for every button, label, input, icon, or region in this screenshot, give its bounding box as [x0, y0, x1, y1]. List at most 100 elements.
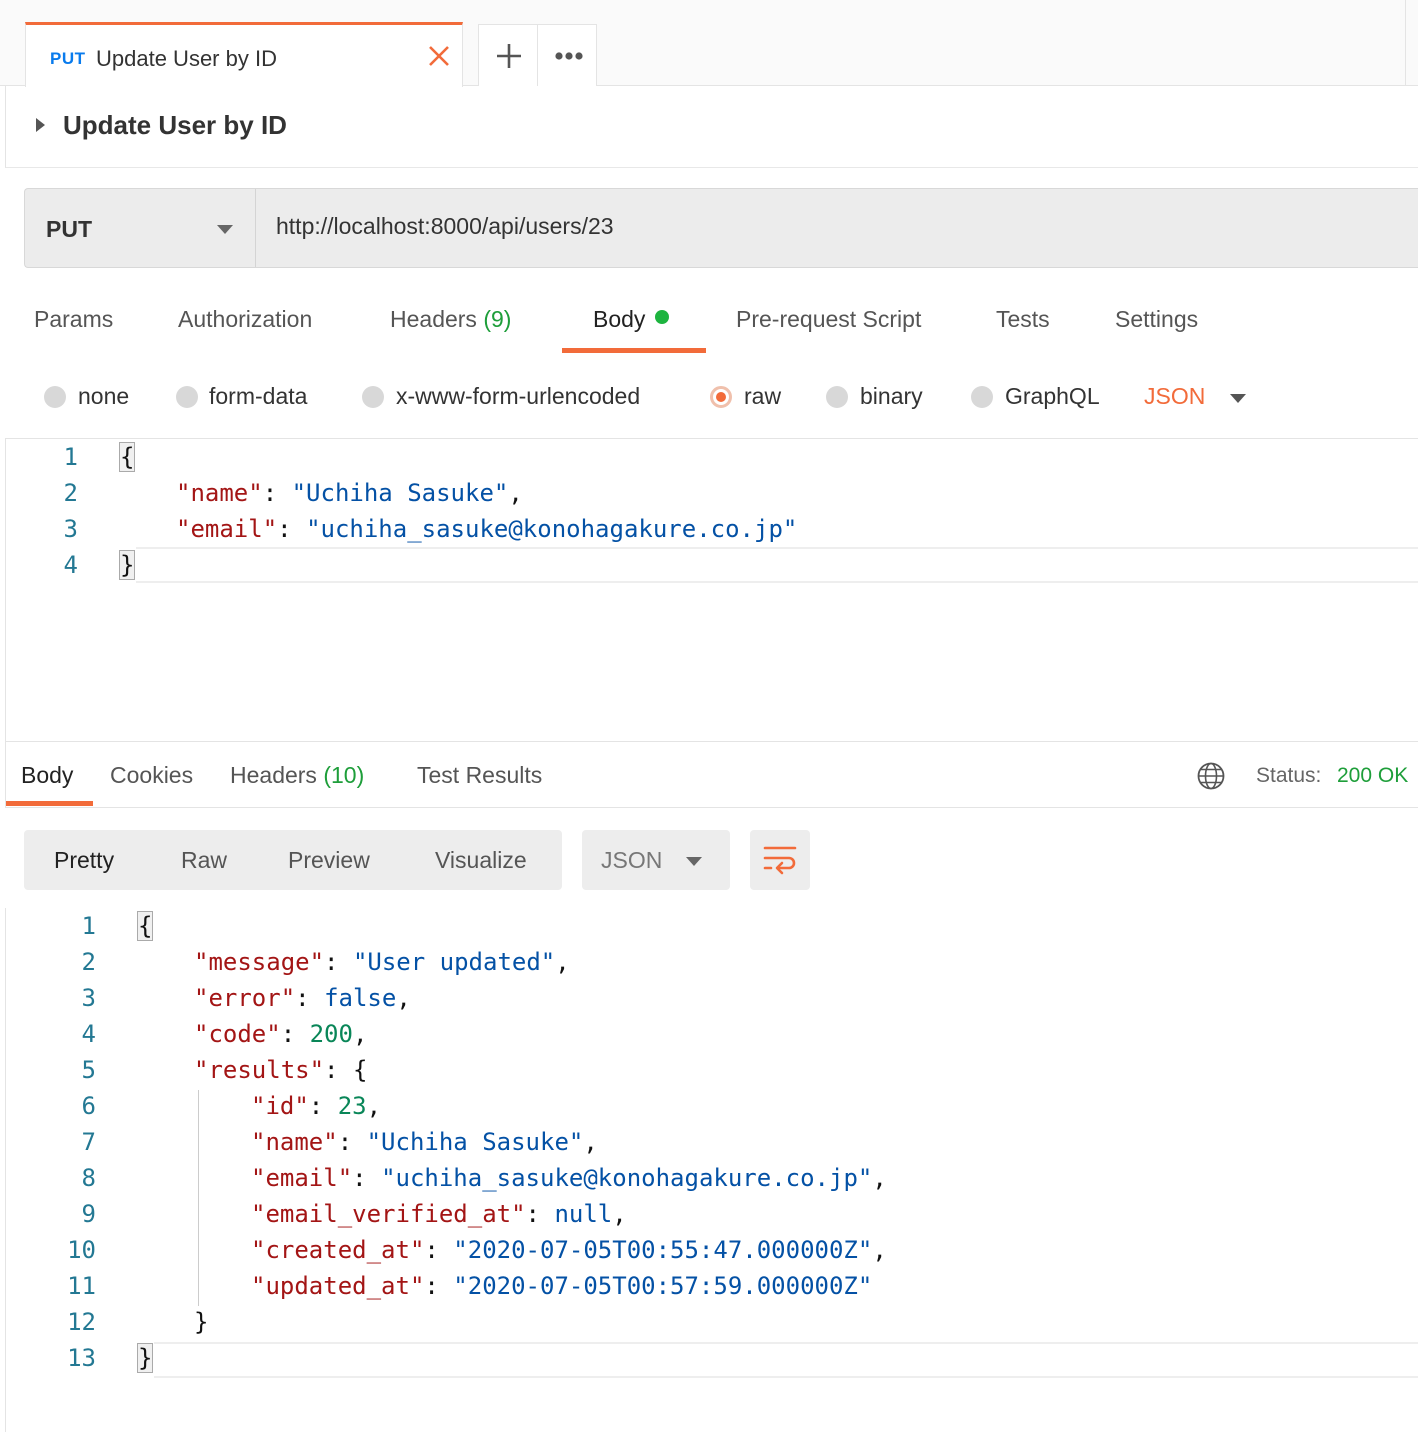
request-tab[interactable]: PUT Update User by ID [25, 22, 463, 87]
response-body-viewer[interactable]: 1 2 3 4 5 6 7 8 9 10 11 12 13 { "message… [5, 908, 1418, 1432]
active-tab-indicator [562, 348, 706, 353]
line-number: 9 [81, 1200, 96, 1228]
code-line: "created_at": "2020-07-05T00:55:47.00000… [251, 1236, 887, 1264]
line-number: 4 [63, 551, 78, 579]
code-line: "code": 200, [194, 1020, 368, 1048]
line-number: 6 [81, 1092, 96, 1120]
response-tab-headers[interactable]: Headers (10) [230, 762, 364, 789]
view-visualize[interactable]: Visualize [435, 847, 527, 874]
request-body-editor[interactable]: 1 2 3 4 { "name": "Uchiha Sasuke", "emai… [5, 438, 1418, 742]
method-label: PUT [46, 216, 92, 242]
tab-options-button[interactable] [537, 24, 597, 86]
radio-urlencoded-label[interactable]: x-www-form-urlencoded [396, 383, 640, 410]
active-tab-indicator [6, 801, 93, 806]
json-boolean: false [324, 984, 397, 1012]
tab-tests[interactable]: Tests [996, 306, 1050, 333]
line-number: 13 [67, 1344, 96, 1372]
json-key: "code" [194, 1020, 281, 1048]
line-number: 10 [67, 1236, 96, 1264]
request-title[interactable]: Update User by ID [63, 110, 287, 141]
code-line: "name": "Uchiha Sasuke", [251, 1128, 598, 1156]
more-horizontal-icon [555, 52, 583, 60]
wrap-lines-button[interactable] [750, 830, 810, 890]
close-icon[interactable] [426, 43, 452, 69]
radio-form-data-label[interactable]: form-data [209, 383, 307, 410]
tab-body-label: Body [593, 306, 646, 332]
line-number: 3 [63, 515, 78, 543]
indent-guide [198, 1090, 199, 1306]
body-format-dropdown[interactable]: JSON [1144, 383, 1205, 410]
tab-authorization[interactable]: Authorization [178, 306, 312, 333]
chevron-down-icon [217, 225, 233, 234]
json-string: "Uchiha Sasuke" [291, 479, 509, 507]
status-badge[interactable]: 200 OK [1337, 764, 1408, 788]
tab-strip: PUT Update User by ID [0, 0, 1418, 87]
request-header: Update User by ID [5, 86, 1418, 168]
code-line: "results": { [194, 1056, 368, 1084]
tab-title: Update User by ID [96, 46, 277, 71]
json-key: "error" [194, 984, 296, 1012]
new-tab-button[interactable] [478, 24, 538, 86]
code-brace: { [118, 442, 136, 472]
code-brace: } [136, 1343, 154, 1373]
tab-body[interactable]: Body [593, 306, 670, 333]
line-number: 2 [81, 948, 96, 976]
tab-headers[interactable]: Headers (9) [390, 306, 511, 333]
json-key: "id" [251, 1092, 309, 1120]
line-number: 4 [81, 1020, 96, 1048]
radio-form-data[interactable] [176, 386, 198, 408]
radio-none-label[interactable]: none [78, 383, 129, 410]
view-pretty[interactable]: Pretty [54, 847, 114, 874]
response-tabs: Body Cookies Headers (10) Test Results S… [5, 742, 1418, 808]
view-raw[interactable]: Raw [181, 847, 227, 874]
radio-urlencoded[interactable] [362, 386, 384, 408]
code-line: "updated_at": "2020-07-05T00:57:59.00000… [251, 1272, 873, 1300]
response-tab-cookies[interactable]: Cookies [110, 762, 193, 789]
json-string: "uchiha_sasuke@konohagakure.co.jp" [381, 1164, 873, 1192]
response-format-label: JSON [601, 847, 663, 873]
radio-none[interactable] [44, 386, 66, 408]
code-line: "email": "uchiha_sasuke@konohagakure.co.… [176, 515, 798, 543]
code-line: "email": "uchiha_sasuke@konohagakure.co.… [251, 1164, 887, 1192]
json-key: "email" [251, 1164, 353, 1192]
tab-headers-label: Headers [390, 306, 477, 332]
chevron-down-icon[interactable] [1230, 394, 1246, 403]
json-string: "2020-07-05T00:57:59.000000Z" [453, 1272, 873, 1300]
response-tab-test-results[interactable]: Test Results [417, 762, 542, 789]
status-label: Status: [1256, 764, 1322, 787]
radio-raw-label[interactable]: raw [744, 383, 781, 410]
code-brace: } [194, 1308, 209, 1336]
response-format-dropdown[interactable]: JSON [582, 830, 730, 890]
json-key: "name" [251, 1128, 338, 1156]
radio-raw[interactable] [710, 386, 732, 408]
tab-settings[interactable]: Settings [1115, 306, 1198, 333]
json-key: "results" [194, 1056, 325, 1084]
json-key: "message" [194, 948, 325, 976]
code-line: "message": "User updated", [194, 948, 570, 976]
json-number: 23 [337, 1092, 367, 1120]
view-preview[interactable]: Preview [288, 847, 370, 874]
line-number: 2 [63, 479, 78, 507]
tab-params[interactable]: Params [34, 306, 113, 333]
url-input[interactable]: http://localhost:8000/api/users/23 [276, 213, 614, 240]
response-headers-count: (10) [323, 762, 365, 788]
body-type-options: none form-data x-www-form-urlencoded raw… [0, 370, 1418, 426]
code-line: "name": "Uchiha Sasuke", [176, 479, 523, 507]
line-number: 3 [81, 984, 96, 1012]
radio-binary[interactable] [826, 386, 848, 408]
response-tab-body[interactable]: Body [21, 762, 73, 789]
line-number: 8 [81, 1164, 96, 1192]
json-key: "updated_at" [251, 1272, 425, 1300]
code-brace: } [118, 550, 136, 580]
json-string: "Uchiha Sasuke" [366, 1128, 584, 1156]
radio-binary-label[interactable]: binary [860, 383, 923, 410]
radio-graphql[interactable] [971, 386, 993, 408]
radio-graphql-label[interactable]: GraphQL [1005, 383, 1100, 410]
tab-prerequest-script[interactable]: Pre-request Script [736, 306, 921, 333]
body-indicator-dot [655, 310, 670, 324]
method-select[interactable]: PUT [25, 189, 256, 267]
code-line: "id": 23, [251, 1092, 382, 1120]
caret-right-icon[interactable] [36, 118, 45, 132]
globe-icon[interactable] [1196, 761, 1226, 791]
code-brace: { [136, 911, 154, 941]
